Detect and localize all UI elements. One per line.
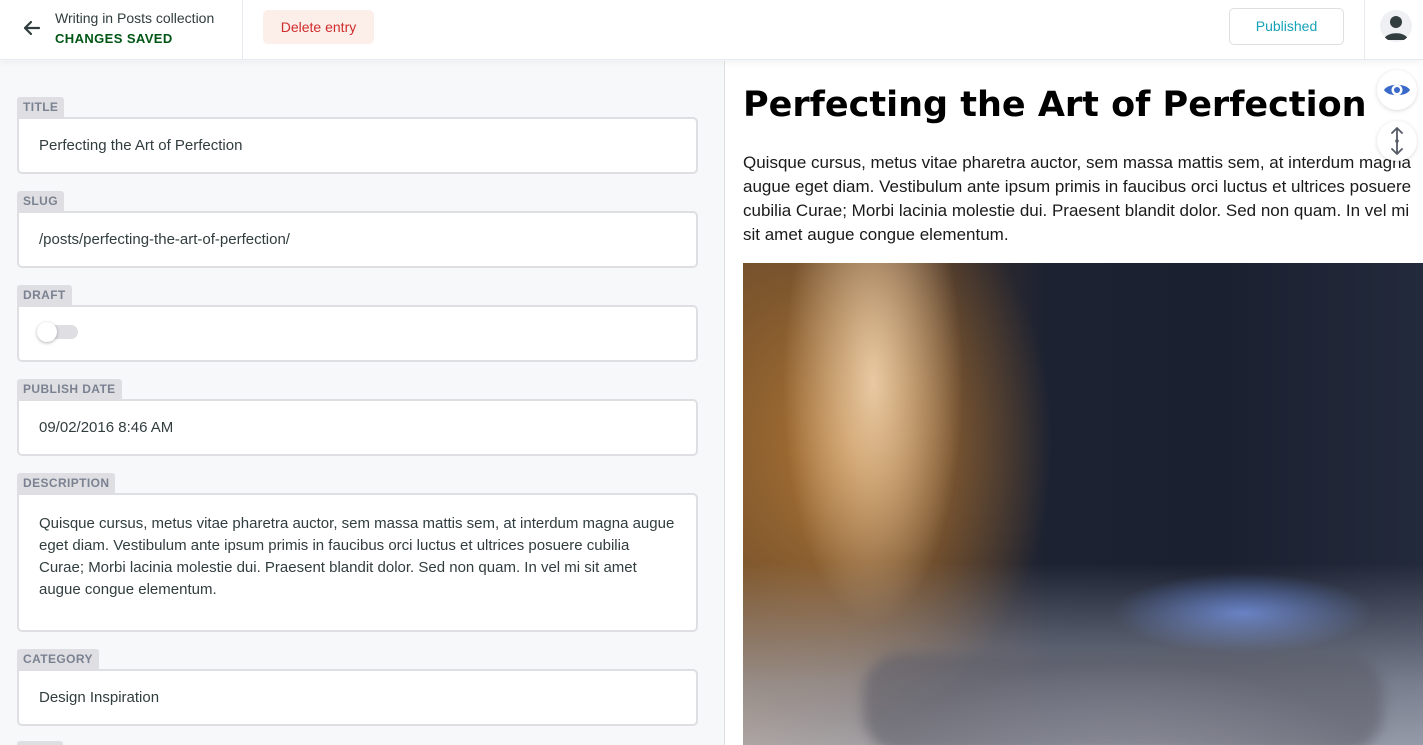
field-label: SLUG: [17, 191, 64, 211]
field-draft: DRAFT: [17, 285, 698, 362]
publish-status-button[interactable]: Published: [1229, 8, 1344, 45]
preview-body: Quisque cursus, metus vitae pharetra auc…: [743, 153, 1412, 244]
publish-date-input[interactable]: 09/02/2016 8:46 AM: [17, 399, 698, 456]
eye-icon: [1384, 84, 1410, 96]
preview-featured-image: [743, 263, 1423, 745]
toggle-knob: [37, 322, 57, 342]
next-field-label: [17, 741, 63, 745]
field-category: CATEGORY Design Inspiration: [17, 649, 698, 726]
draft-field-box: [17, 305, 698, 362]
slug-input[interactable]: /posts/perfecting-the-art-of-perfection/: [17, 211, 698, 268]
draft-toggle[interactable]: [37, 322, 78, 342]
preview-title: Perfecting the Art of Perfection: [743, 85, 1367, 125]
toolbar-divider: [1364, 0, 1365, 60]
editor-toolbar: Writing in Posts collection CHANGES SAVE…: [0, 0, 1423, 60]
field-title: TITLE Perfecting the Art of Perfection: [17, 97, 698, 174]
delete-entry-button[interactable]: Delete entry: [263, 10, 374, 44]
field-label: DRAFT: [17, 285, 72, 305]
editor-pane: TITLE Perfecting the Art of Perfection S…: [0, 61, 724, 745]
field-label: PUBLISH DATE: [17, 379, 122, 399]
user-icon: [1384, 16, 1408, 40]
save-status: CHANGES SAVED: [55, 31, 173, 46]
field-slug: SLUG /posts/perfecting-the-art-of-perfec…: [17, 191, 698, 268]
category-input[interactable]: Design Inspiration: [17, 669, 698, 726]
field-publish-date: PUBLISH DATE 09/02/2016 8:46 AM: [17, 379, 698, 456]
scroll-sync-icon: [1391, 127, 1403, 155]
field-description: DESCRIPTION Quisque cursus, metus vitae …: [17, 473, 698, 632]
field-label: DESCRIPTION: [17, 473, 116, 493]
toggle-preview-button[interactable]: [1377, 70, 1417, 110]
description-textarea[interactable]: Quisque cursus, metus vitae pharetra auc…: [17, 493, 698, 632]
field-label: TITLE: [17, 97, 65, 117]
collection-title: Writing in Posts collection: [55, 10, 215, 26]
sync-scroll-button[interactable]: [1377, 121, 1417, 161]
title-input[interactable]: Perfecting the Art of Perfection: [17, 117, 698, 174]
image-keyboard: [863, 653, 1383, 745]
user-avatar-button[interactable]: [1380, 10, 1412, 42]
back-to-collection-button[interactable]: Writing in Posts collection CHANGES SAVE…: [0, 0, 243, 60]
preview-pane: Perfecting the Art of Perfection Quisque…: [725, 61, 1423, 745]
arrow-left-icon: [23, 20, 41, 36]
field-label: CATEGORY: [17, 649, 99, 669]
